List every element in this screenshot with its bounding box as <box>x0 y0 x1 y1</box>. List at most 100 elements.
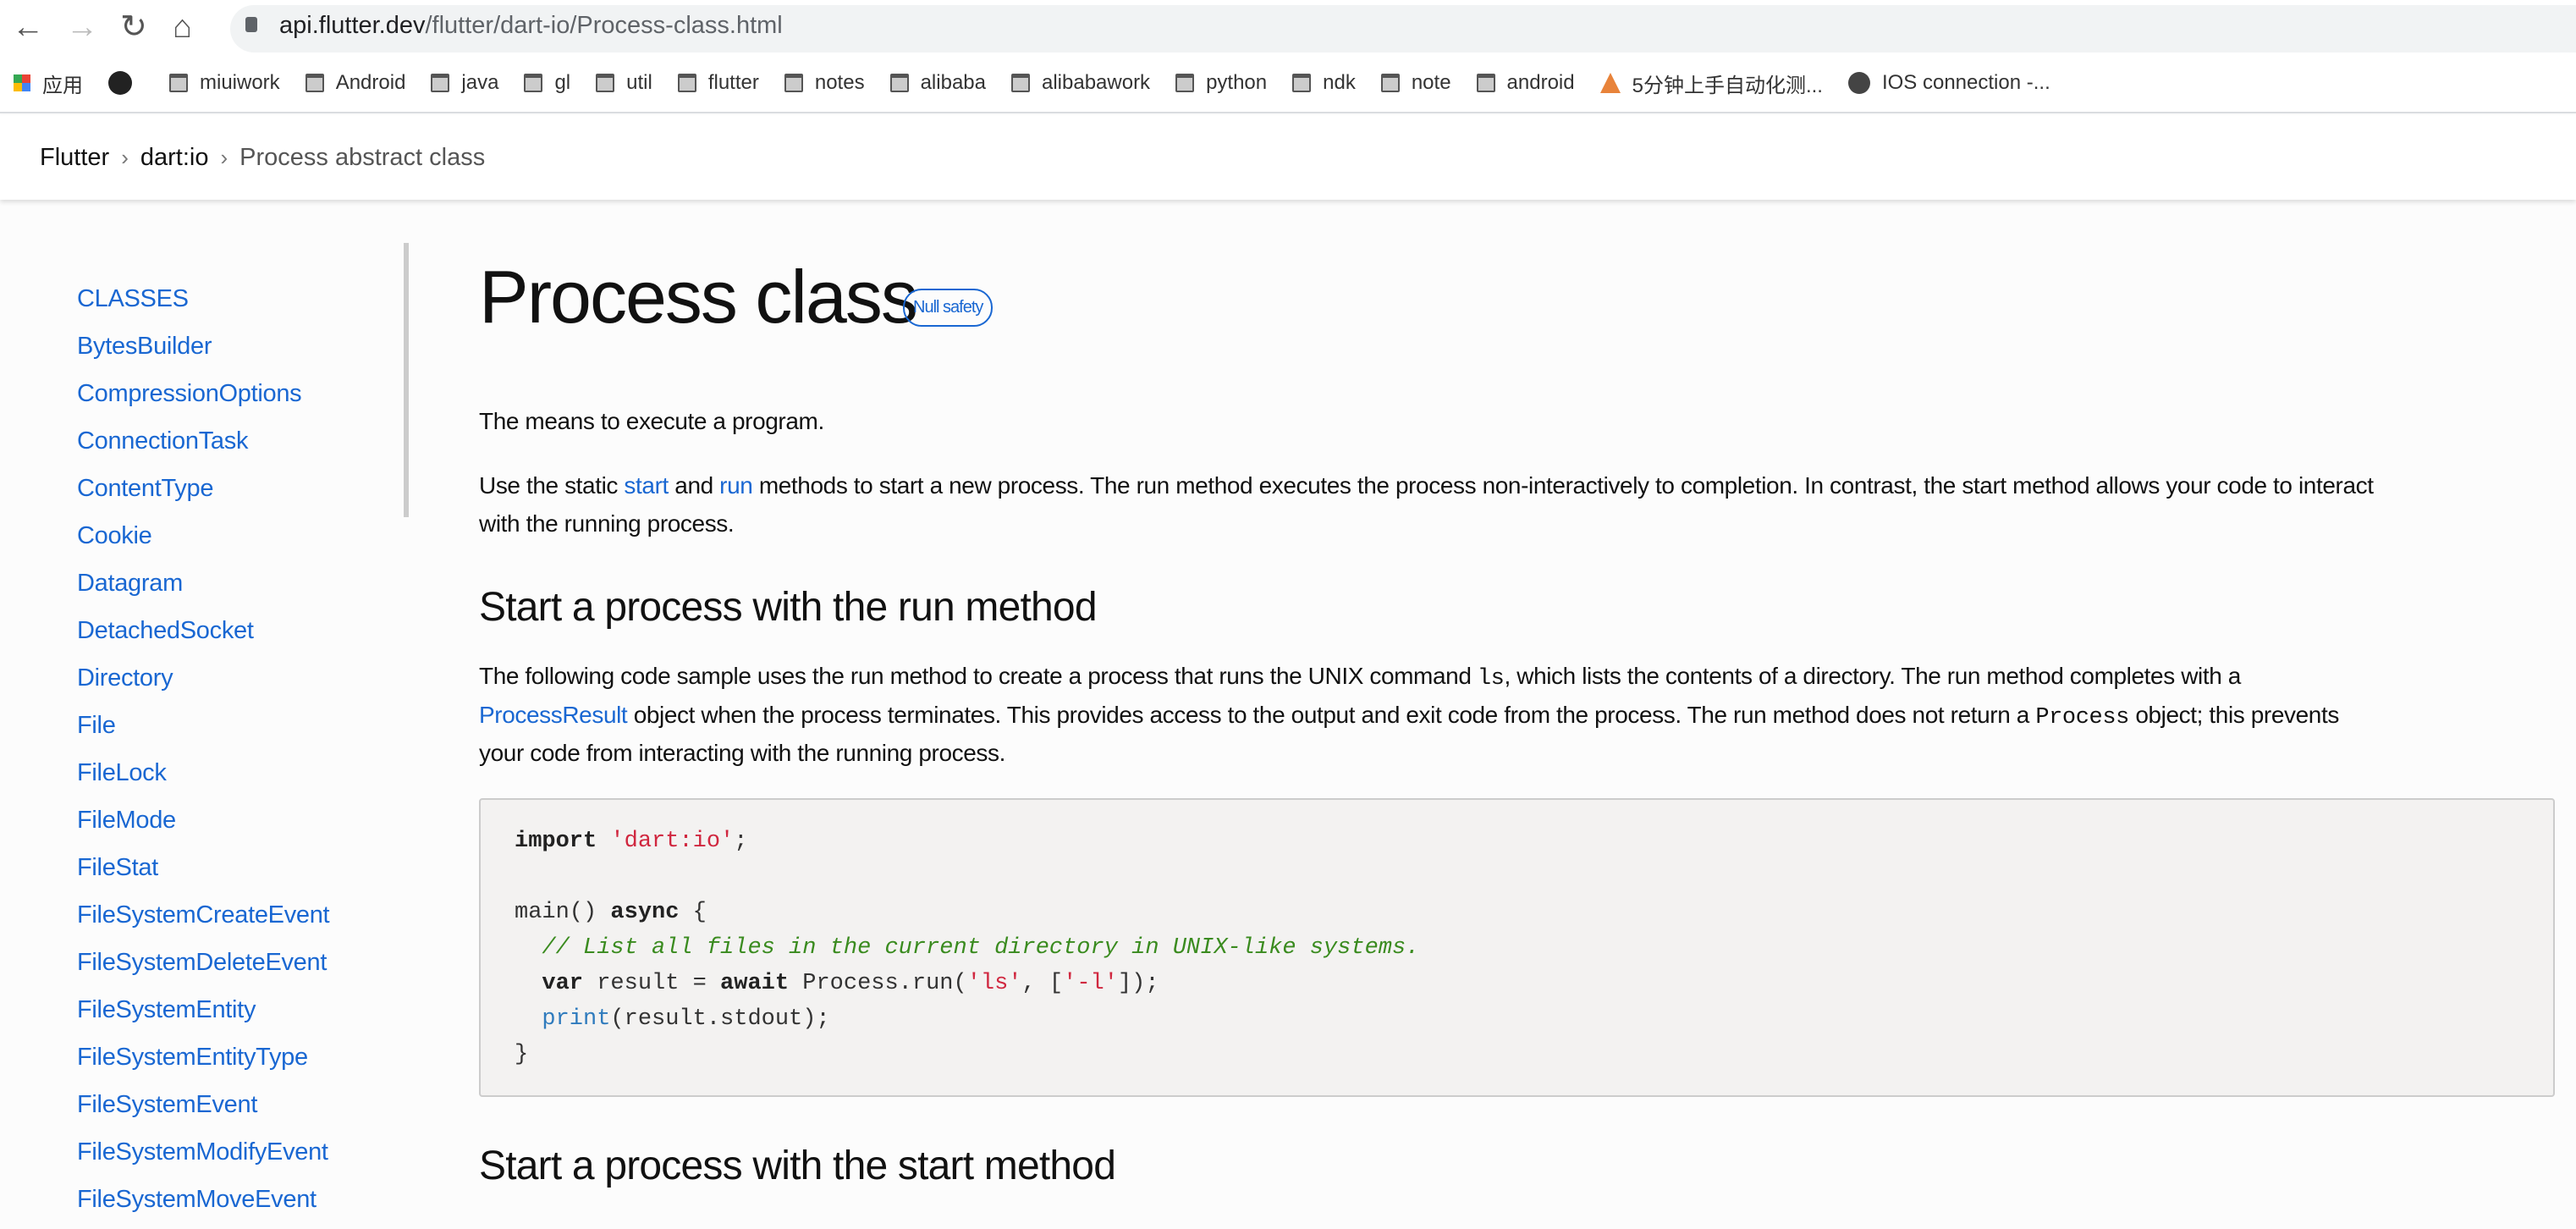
text: Use the static <box>479 472 625 499</box>
keyword: async <box>610 900 680 925</box>
reload-icon[interactable]: ↻ <box>120 8 147 46</box>
run-link[interactable]: run <box>719 472 753 499</box>
sidebar-scrollbar[interactable] <box>404 243 409 517</box>
sidebar-item[interactable]: FileStat <box>77 850 329 897</box>
string: 'ls' <box>966 971 1022 996</box>
sidebar-item[interactable]: Directory <box>77 660 329 708</box>
intro-text: The means to execute a program. <box>479 408 824 434</box>
bookmark-item[interactable]: 5分钟上手自动化测... <box>1599 69 1823 98</box>
sidebar-item[interactable]: CompressionOptions <box>77 376 329 423</box>
back-icon[interactable]: ← <box>12 8 44 46</box>
bookmark-label: util <box>626 71 652 94</box>
string: 'dart:io' <box>610 829 735 854</box>
folder-icon <box>1476 74 1495 92</box>
code-text: result = <box>583 971 721 996</box>
bookmark-item[interactable] <box>108 71 144 95</box>
processresult-link[interactable]: ProcessResult <box>479 702 628 728</box>
code-text: ]); <box>1117 971 1159 996</box>
bookmark-item[interactable]: alibaba <box>889 71 986 95</box>
heading-run-method: Start a process with the run method <box>479 585 1098 630</box>
bookmark-item[interactable]: alibabawork <box>1010 71 1151 95</box>
folder-icon <box>784 74 803 92</box>
bookmark-label: gl <box>554 71 571 94</box>
bookmark-label: alibabawork <box>1041 71 1151 94</box>
code-text: main() <box>515 900 611 925</box>
chevron-right-icon: › <box>220 144 228 170</box>
bookmark-item[interactable]: 应用 <box>14 69 83 98</box>
sidebar-item[interactable]: ContentType <box>77 471 329 518</box>
bookmark-label: java <box>461 71 499 94</box>
code-text: ; <box>734 829 748 854</box>
sidebar-item[interactable]: BytesBuilder <box>77 328 329 376</box>
bookmark-label: note <box>1411 71 1451 94</box>
paragraph-run-line3: your code from interacting with the runn… <box>479 740 1005 766</box>
string: '-l' <box>1063 971 1118 996</box>
folder-icon <box>1010 74 1030 92</box>
sidebar-item[interactable]: FileLock <box>77 755 329 802</box>
sidebar-item[interactable]: FileSystemDeleteEvent <box>77 945 329 992</box>
text: , which lists the contents of a director… <box>1504 663 2241 689</box>
folder-icon <box>1380 74 1400 92</box>
bookmark-item[interactable]: util <box>596 71 652 95</box>
bookmarks-bar: 应用 miuiwork Android java gl util flutter notes a… <box>0 54 2576 113</box>
sidebar-item[interactable]: FileSystemEntity <box>77 992 329 1039</box>
code-text: , [ <box>1021 971 1064 996</box>
sidebar-item[interactable]: FileSystemEvent <box>77 1087 329 1134</box>
bookmark-label: notes <box>814 71 865 94</box>
bookmark-item[interactable]: flutter <box>677 71 759 95</box>
sidebar-item[interactable]: ConnectionTask <box>77 423 329 471</box>
breadcrumb: Flutter › dart:io › Process abstract cla… <box>0 115 2576 200</box>
text: and <box>668 472 720 499</box>
inline-code: ls <box>1477 666 1505 692</box>
bookmark-item[interactable]: IOS connection -... <box>1847 71 2050 95</box>
bookmark-item[interactable]: notes <box>784 71 865 95</box>
breadcrumb-dart-io[interactable]: dart:io <box>140 144 209 172</box>
bookmark-item[interactable]: android <box>1476 71 1575 95</box>
bookmark-item[interactable]: gl <box>524 71 570 95</box>
folder-icon <box>1292 74 1312 92</box>
sidebar-item[interactable]: File <box>77 708 329 755</box>
sidebar-item[interactable]: Cookie <box>77 518 329 565</box>
bookmark-label: flutter <box>707 71 759 94</box>
code-text: (result.stdout); <box>610 1006 830 1032</box>
bookmark-item[interactable]: Android <box>305 71 406 95</box>
sidebar-item[interactable]: DetachedSocket <box>77 613 329 660</box>
start-link[interactable]: start <box>624 472 669 499</box>
folder-icon <box>1175 74 1195 92</box>
home-icon[interactable]: ⌂ <box>173 8 192 46</box>
breadcrumb-flutter[interactable]: Flutter <box>40 144 109 172</box>
url-path: /flutter/dart-io/Process-class.html <box>425 12 783 39</box>
sidebar-heading-classes[interactable]: CLASSES <box>77 281 329 328</box>
lock-icon <box>245 17 257 32</box>
inline-code: Process <box>2035 705 2129 730</box>
bookmark-label: Android <box>335 71 406 94</box>
folder-icon <box>169 74 188 92</box>
code-text: Process.run( <box>789 971 967 996</box>
bookmark-label: android <box>1506 71 1575 94</box>
folder-icon <box>889 74 909 92</box>
url-text[interactable]: api.flutter.dev/flutter/dart-io/Process-… <box>279 12 783 40</box>
code-line: import 'dart:io'; <box>515 824 2553 859</box>
code-comment: // List all files in the current directo… <box>515 935 1420 961</box>
heading-start-method: Start a process with the start method <box>479 1144 1116 1188</box>
code-text: { <box>679 900 707 925</box>
bookmark-item[interactable]: miuiwork <box>169 71 280 95</box>
paragraph-methods-line2: with the running process. <box>479 510 735 537</box>
builtin: print <box>542 1006 611 1032</box>
bookmark-label: alibaba <box>920 71 986 94</box>
sidebar-item[interactable]: FileSystemEntityType <box>77 1039 329 1087</box>
sidebar-item[interactable]: FileMode <box>77 802 329 850</box>
sidebar-item[interactable]: Datagram <box>77 565 329 613</box>
null-safety-badge[interactable]: Null safety <box>903 289 994 327</box>
sidebar-item[interactable]: FileSystemCreateEvent <box>77 897 330 945</box>
text: methods to start a new process. The run … <box>752 472 2374 499</box>
bookmark-item[interactable]: java <box>431 71 498 95</box>
bookmark-label: python <box>1206 71 1268 94</box>
sidebar: CLASSES BytesBuilder CompressionOptions Co… <box>77 281 330 1229</box>
globe-icon <box>1847 72 1870 94</box>
forward-icon[interactable]: → <box>66 8 98 46</box>
sidebar-item[interactable]: FileSystemModifyEvent <box>77 1134 329 1182</box>
bookmark-item[interactable]: python <box>1175 71 1267 95</box>
bookmark-item[interactable]: ndk <box>1292 71 1356 95</box>
bookmark-item[interactable]: note <box>1380 71 1451 95</box>
